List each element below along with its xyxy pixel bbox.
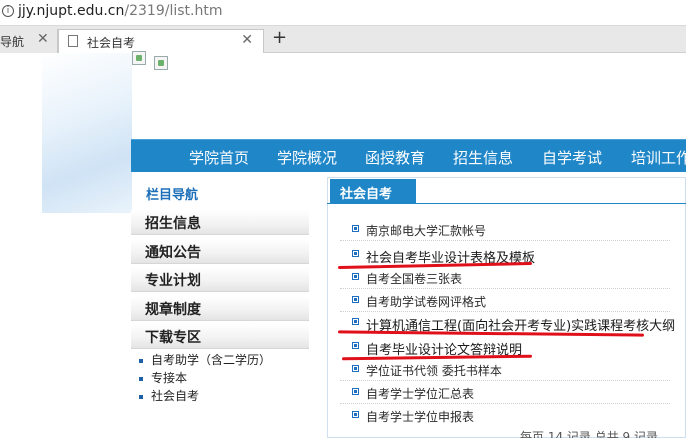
panel-tab: 社会自考 bbox=[330, 179, 416, 204]
url-path: /2319/list.htm bbox=[124, 3, 223, 19]
sidebar-item-notices[interactable]: 通知公告 bbox=[131, 239, 309, 264]
sidebar-sub-list: 自考助学（含二学历） 专接本 社会自考 bbox=[131, 349, 309, 407]
sidebar-item-downloads[interactable]: 下载专区 bbox=[131, 324, 309, 349]
list-divider bbox=[340, 380, 670, 381]
sub-item-social-exam[interactable]: 社会自考 bbox=[139, 387, 199, 404]
nav-item-correspondence[interactable]: 函授教育 bbox=[365, 147, 425, 168]
sidebar-item-label: 规章制度 bbox=[145, 302, 201, 318]
bullet-icon bbox=[139, 358, 143, 363]
sub-item-label: 自考助学（含二学历） bbox=[151, 353, 272, 367]
bullet-icon bbox=[352, 411, 359, 418]
panel-tab-label: 社会自考 bbox=[340, 187, 393, 202]
pagination-summary: 每页 14 记录 总共 9 记录 bbox=[520, 430, 658, 438]
page-root: i jjy.njupt.edu.cn/2319/list.htm 导航 ✕ 社会… bbox=[0, 0, 686, 438]
list-divider bbox=[340, 288, 670, 289]
sidebar-item-label: 下载专区 bbox=[145, 330, 201, 346]
nav-item-home[interactable]: 学院首页 bbox=[189, 147, 249, 168]
bullet-icon bbox=[352, 225, 359, 232]
bullet-icon bbox=[352, 388, 359, 395]
sidebar-title: 栏目导航 bbox=[146, 188, 199, 203]
nav-item-admissions[interactable]: 招生信息 bbox=[453, 147, 513, 168]
address-bar[interactable]: i jjy.njupt.edu.cn/2319/list.htm bbox=[0, 0, 686, 26]
main-nav: 学院首页 学院概况 函授教育 招生信息 自学考试 培训工作 bbox=[131, 139, 686, 172]
sidebar-item-label: 专业计划 bbox=[145, 273, 201, 289]
tab-strip: 导航 ✕ 社会自考 ✕ + bbox=[0, 26, 686, 53]
sub-item-label: 社会自考 bbox=[151, 389, 200, 403]
bullet-icon bbox=[352, 342, 359, 349]
list-divider bbox=[340, 311, 670, 312]
sub-item-upgrade[interactable]: 专接本 bbox=[139, 369, 187, 386]
list-item-link[interactable]: 自考学士学位申报表 bbox=[366, 408, 474, 425]
nav-item-training[interactable]: 培训工作 bbox=[631, 147, 686, 168]
bullet-icon bbox=[352, 273, 359, 280]
sidebar-item-label: 招生信息 bbox=[145, 216, 201, 232]
close-icon[interactable]: ✕ bbox=[241, 32, 253, 48]
nav-item-overview[interactable]: 学院概况 bbox=[277, 147, 337, 168]
list-divider bbox=[340, 240, 670, 241]
info-icon[interactable]: i bbox=[2, 5, 14, 17]
sidebar-item-rules[interactable]: 规章制度 bbox=[131, 296, 309, 321]
bullet-icon bbox=[139, 394, 143, 399]
sidebar-item-label: 通知公告 bbox=[145, 245, 201, 261]
broken-image-icon bbox=[132, 51, 146, 65]
bullet-icon bbox=[352, 296, 359, 303]
sub-item-label: 专接本 bbox=[151, 371, 188, 385]
list-item-link[interactable]: 自考学士学位汇总表 bbox=[366, 385, 474, 402]
sidebar-item-admissions[interactable]: 招生信息 bbox=[131, 210, 309, 235]
list-item-link[interactable]: 自考助学试卷网评格式 bbox=[366, 293, 486, 310]
list-item-link[interactable]: 南京邮电大学汇款帐号 bbox=[366, 222, 486, 239]
bullet-icon bbox=[352, 365, 359, 372]
tab-label: 导航 bbox=[0, 35, 25, 49]
bullet-icon bbox=[352, 250, 359, 257]
sidebar-item-plans[interactable]: 专业计划 bbox=[131, 267, 309, 292]
page-icon bbox=[68, 35, 78, 47]
header-banner bbox=[42, 53, 132, 213]
list-divider bbox=[340, 403, 670, 404]
new-tab-button[interactable]: + bbox=[272, 27, 287, 48]
broken-image-icon bbox=[154, 56, 168, 70]
close-icon[interactable]: ✕ bbox=[37, 31, 49, 47]
nav-item-self-study[interactable]: 自学考试 bbox=[542, 147, 602, 168]
url-host: jjy.njupt.edu.cn bbox=[18, 3, 125, 19]
bullet-icon bbox=[352, 318, 359, 325]
list-item-link[interactable]: 自考全国卷三张表 bbox=[366, 270, 462, 287]
tab-social-exam[interactable]: 社会自考 ✕ bbox=[58, 29, 264, 53]
bullet-icon bbox=[139, 376, 143, 381]
tab-label: 社会自考 bbox=[87, 36, 136, 50]
list-item-link[interactable]: 学位证书代领 委托书样本 bbox=[366, 362, 502, 379]
tab-navigation[interactable]: 导航 ✕ bbox=[0, 29, 58, 53]
url-text[interactable]: jjy.njupt.edu.cn/2319/list.htm bbox=[18, 3, 222, 19]
sub-item-assisted[interactable]: 自考助学（含二学历） bbox=[139, 351, 271, 368]
